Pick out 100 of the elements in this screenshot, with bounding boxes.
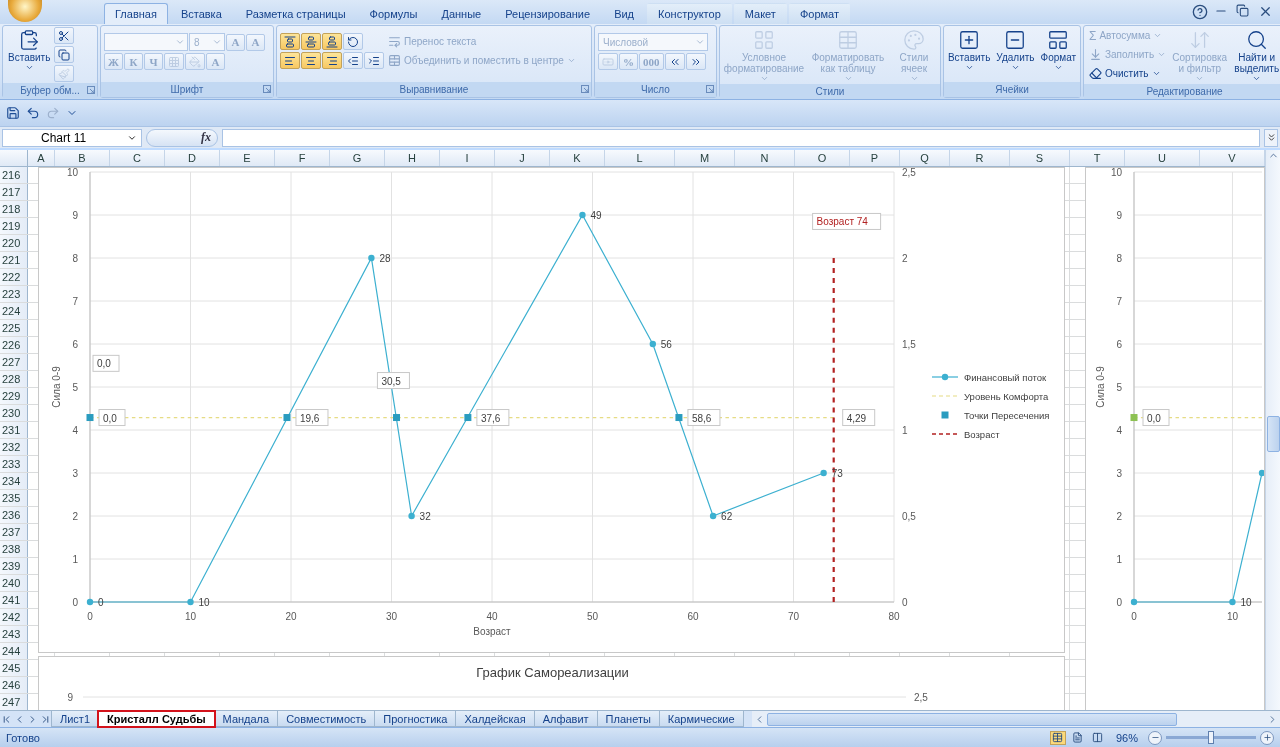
column-header[interactable]: J [495, 150, 550, 166]
column-header[interactable]: G [330, 150, 385, 166]
ribbon-tab[interactable]: Вид [603, 3, 646, 24]
scissors-button[interactable] [54, 27, 75, 44]
row-header[interactable]: 225 [0, 320, 28, 336]
column-header[interactable]: C [110, 150, 165, 166]
column-header[interactable]: A [28, 150, 55, 166]
redo-icon[interactable] [46, 106, 60, 120]
ribbon-button[interactable]: Вставить [945, 27, 993, 72]
column-header[interactable]: F [275, 150, 330, 166]
slider-thumb[interactable] [1208, 731, 1214, 744]
indent-decrease-button[interactable] [343, 52, 363, 69]
ribbon-tab[interactable]: Рецензирование [494, 3, 602, 24]
sheet-tab[interactable]: Кармические [658, 711, 744, 727]
column-header[interactable]: D [165, 150, 220, 166]
sheet-tab[interactable]: Прогностика [374, 711, 457, 727]
row-header[interactable]: 241 [0, 592, 28, 608]
chart-area[interactable]: 0 1 2 3 4 5 6 7 8 9 10 0 10 Сила 0-9 10 0,0 [1085, 167, 1265, 710]
row-header[interactable]: 238 [0, 541, 28, 557]
align-middle-button[interactable] [301, 33, 321, 50]
insert-function-button[interactable]: fx [146, 128, 218, 147]
column-header[interactable]: K [550, 150, 605, 166]
row-header[interactable]: 240 [0, 575, 28, 591]
row-header[interactable]: 229 [0, 388, 28, 404]
normal-view-button[interactable] [1049, 730, 1066, 745]
zoom-out-button[interactable] [1148, 730, 1162, 745]
zoom-in-button[interactable] [1260, 730, 1274, 745]
align-center-button[interactable] [301, 52, 321, 69]
row-header[interactable]: 235 [0, 490, 28, 506]
row-header[interactable]: 234 [0, 473, 28, 489]
row-header[interactable]: 220 [0, 235, 28, 251]
column-header[interactable]: I [440, 150, 495, 166]
row-header[interactable]: 217 [0, 184, 28, 200]
align-right-button[interactable] [322, 52, 342, 69]
column-header[interactable]: Q [900, 150, 950, 166]
column-header[interactable]: O [795, 150, 850, 166]
save-icon[interactable] [6, 106, 20, 120]
dialog-launcher-icon[interactable] [87, 86, 95, 94]
row-header[interactable]: 237 [0, 524, 28, 540]
column-header[interactable]: R [950, 150, 1010, 166]
sheet-tab[interactable]: Кристалл Судьбы [98, 711, 215, 727]
help-icon[interactable] [1192, 4, 1208, 20]
column-header[interactable]: P [850, 150, 900, 166]
ribbon-tab[interactable]: Конструктор [647, 3, 732, 24]
ribbon-button[interactable]: Формат [1038, 27, 1079, 72]
row-header[interactable]: 232 [0, 439, 28, 455]
sheet-tab[interactable]: Халдейская [455, 711, 535, 727]
row-header[interactable]: 246 [0, 677, 28, 693]
column-header[interactable]: B [55, 150, 110, 166]
column-header[interactable]: M [675, 150, 735, 166]
row-header[interactable]: 216 [0, 167, 28, 183]
ribbon-tab[interactable]: Разметка страницы [234, 3, 357, 24]
rotate-button[interactable] [343, 33, 363, 50]
scroll-right-icon[interactable] [1267, 713, 1278, 725]
dialog-launcher-icon[interactable] [263, 85, 271, 93]
office-button[interactable] [8, 0, 42, 22]
sheet-tab[interactable]: Алфавит [533, 711, 598, 727]
column-header[interactable]: L [605, 150, 675, 166]
ribbon-button[interactable]: Найти и выделить [1231, 27, 1280, 83]
ribbon-button[interactable]: Удалить [994, 27, 1037, 72]
row-header[interactable]: 242 [0, 609, 28, 625]
row-header[interactable]: 230 [0, 405, 28, 421]
double-chevron-left-button[interactable] [664, 53, 685, 70]
chart-area[interactable] [38, 167, 1065, 653]
row-header[interactable]: 245 [0, 660, 28, 676]
sheet-tab[interactable]: Лист1 [51, 711, 100, 727]
column-header[interactable]: U [1125, 150, 1200, 166]
ribbon-tab[interactable]: Вставка [169, 3, 233, 24]
undo-icon[interactable] [26, 106, 40, 120]
dialog-launcher-icon[interactable] [581, 85, 589, 93]
align-top-button[interactable] [280, 33, 300, 50]
ribbon-tab[interactable]: Макет [733, 3, 787, 24]
row-header[interactable]: 236 [0, 507, 28, 523]
formula-input[interactable] [222, 128, 1260, 147]
column-header[interactable]: S [1010, 150, 1070, 166]
sheet-tab[interactable]: Совместимость [277, 711, 376, 727]
ribbon-tab[interactable]: Формат [788, 3, 850, 24]
align-left-button[interactable] [280, 52, 300, 69]
ribbon-tab[interactable]: Главная [104, 3, 168, 24]
row-header[interactable]: 226 [0, 337, 28, 353]
ribbon-button[interactable]: Очистить [1087, 65, 1163, 82]
row-header[interactable]: 223 [0, 286, 28, 302]
sheet-tab[interactable]: Мандала [213, 711, 279, 727]
column-header[interactable]: H [385, 150, 440, 166]
dialog-launcher-icon[interactable] [706, 85, 714, 93]
row-header[interactable]: 231 [0, 422, 28, 438]
sheet-tab[interactable]: Планеты [596, 711, 660, 727]
indent-increase-button[interactable] [364, 52, 384, 69]
name-box[interactable]: Chart 11 [2, 128, 142, 147]
row-header[interactable]: 233 [0, 456, 28, 472]
restore-icon[interactable] [1236, 4, 1252, 20]
column-header[interactable]: N [735, 150, 795, 166]
copy-button[interactable] [54, 46, 75, 63]
column-header[interactable]: E [220, 150, 275, 166]
row-header[interactable]: 239 [0, 558, 28, 574]
row-header[interactable]: 228 [0, 371, 28, 387]
row-header[interactable]: 222 [0, 269, 28, 285]
double-chevron-right-button[interactable] [685, 53, 706, 70]
row-header[interactable]: 221 [0, 252, 28, 268]
column-header[interactable]: T [1070, 150, 1125, 166]
